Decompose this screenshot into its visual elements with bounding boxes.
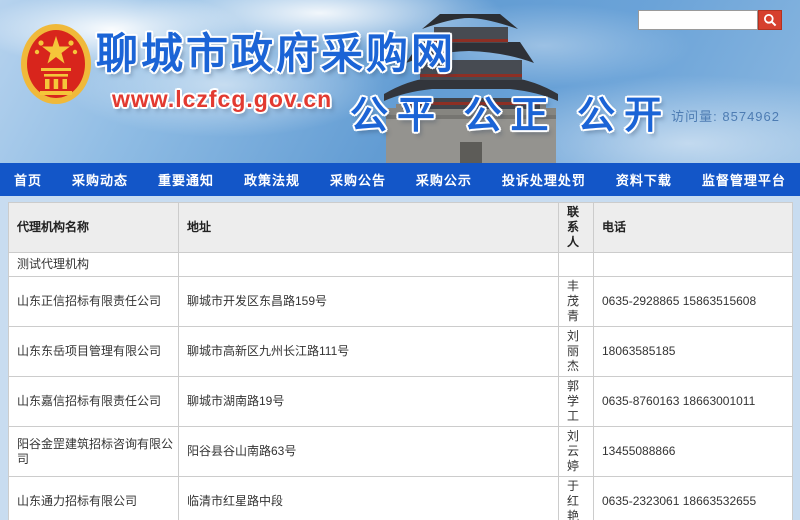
contact-cell: 于红艳 xyxy=(559,477,594,520)
nav-item-important-notices[interactable]: 重要通知 xyxy=(158,170,214,189)
nav-item-home[interactable]: 首页 xyxy=(14,170,42,189)
nav-item-supervision-platform[interactable]: 监督管理平台 xyxy=(702,170,786,189)
nav-item-procurement-publicity[interactable]: 采购公示 xyxy=(416,170,472,189)
table-header-row: 代理机构名称 地址 联系人 电话 xyxy=(9,203,793,253)
contact-cell: 刘云婷 xyxy=(559,427,594,477)
column-header-address: 地址 xyxy=(179,203,559,253)
table-row: 山东东岳项目管理有限公司 聊城市高新区九州长江路111号 刘丽杰 1806358… xyxy=(9,327,793,377)
site-slogan: 公平 公正 公开 xyxy=(350,84,671,139)
search-bar xyxy=(638,10,782,30)
nav-item-complaint-handling[interactable]: 投诉处理处罚 xyxy=(502,170,586,189)
table-row: 测试代理机构 xyxy=(9,253,793,277)
visit-counter: 访问量: 8574962 xyxy=(671,106,780,125)
search-input[interactable] xyxy=(638,10,758,30)
nav-item-policies-regulations[interactable]: 政策法规 xyxy=(244,170,300,189)
phone-cell: 13455088866 xyxy=(594,427,793,477)
phone-cell: 0635-2928865 15863515608 xyxy=(594,277,793,327)
nav-item-procurement-updates[interactable]: 采购动态 xyxy=(72,170,128,189)
column-header-contact: 联系人 xyxy=(559,203,594,253)
nav-item-procurement-announcements[interactable]: 采购公告 xyxy=(330,170,386,189)
address-cell: 临清市红星路中段 xyxy=(179,477,559,520)
table-row: 山东通力招标有限公司 临清市红星路中段 于红艳 0635-2323061 186… xyxy=(9,477,793,520)
address-cell: 聊城市开发区东昌路159号 xyxy=(179,277,559,327)
contact-cell: 丰茂青 xyxy=(559,277,594,327)
column-header-phone: 电话 xyxy=(594,203,793,253)
contact-cell xyxy=(559,253,594,277)
table-row: 阳谷金罡建筑招标咨询有限公司 阳谷县谷山南路63号 刘云婷 1345508886… xyxy=(9,427,793,477)
address-cell: 阳谷县谷山南路63号 xyxy=(179,427,559,477)
search-button[interactable] xyxy=(758,10,782,30)
agency-name-cell: 山东东岳项目管理有限公司 xyxy=(9,327,179,377)
phone-cell: 0635-2323061 18663532655 xyxy=(594,477,793,520)
site-header: 聊城市政府采购网 www.lczfcg.gov.cn 公平 公正 公开 访问量:… xyxy=(0,0,800,163)
address-cell: 聊城市高新区九州长江路111号 xyxy=(179,327,559,377)
agency-name-cell: 山东通力招标有限公司 xyxy=(9,477,179,520)
contact-cell: 郭学工 xyxy=(559,377,594,427)
agency-name-cell: 山东嘉信招标有限责任公司 xyxy=(9,377,179,427)
phone-cell: 18063585185 xyxy=(594,327,793,377)
agency-name-cell: 山东正信招标有限责任公司 xyxy=(9,277,179,327)
content-area: 代理机构名称 地址 联系人 电话 测试代理机构 山东正信招标有限责任公司 聊城市… xyxy=(8,202,792,520)
phone-cell xyxy=(594,253,793,277)
national-emblem-icon xyxy=(18,22,94,106)
nav-item-downloads[interactable]: 资料下载 xyxy=(616,170,672,189)
table-row: 山东正信招标有限责任公司 聊城市开发区东昌路159号 丰茂青 0635-2928… xyxy=(9,277,793,327)
agency-name-cell: 测试代理机构 xyxy=(9,253,179,277)
contact-cell: 刘丽杰 xyxy=(559,327,594,377)
phone-cell: 0635-8760163 18663001011 xyxy=(594,377,793,427)
main-nav: 首页 采购动态 重要通知 政策法规 采购公告 采购公示 投诉处理处罚 资料下载 … xyxy=(0,163,800,196)
page: 聊城市政府采购网 www.lczfcg.gov.cn 公平 公正 公开 访问量:… xyxy=(0,0,800,520)
site-title: 聊城市政府采购网 xyxy=(96,20,456,81)
agency-name-cell: 阳谷金罡建筑招标咨询有限公司 xyxy=(9,427,179,477)
address-cell: 聊城市湖南路19号 xyxy=(179,377,559,427)
column-header-agency-name: 代理机构名称 xyxy=(9,203,179,253)
table-row: 山东嘉信招标有限责任公司 聊城市湖南路19号 郭学工 0635-8760163 … xyxy=(9,377,793,427)
site-url: www.lczfcg.gov.cn xyxy=(112,86,332,113)
agency-table: 代理机构名称 地址 联系人 电话 测试代理机构 山东正信招标有限责任公司 聊城市… xyxy=(8,202,793,520)
address-cell xyxy=(179,253,559,277)
search-icon xyxy=(763,13,777,27)
